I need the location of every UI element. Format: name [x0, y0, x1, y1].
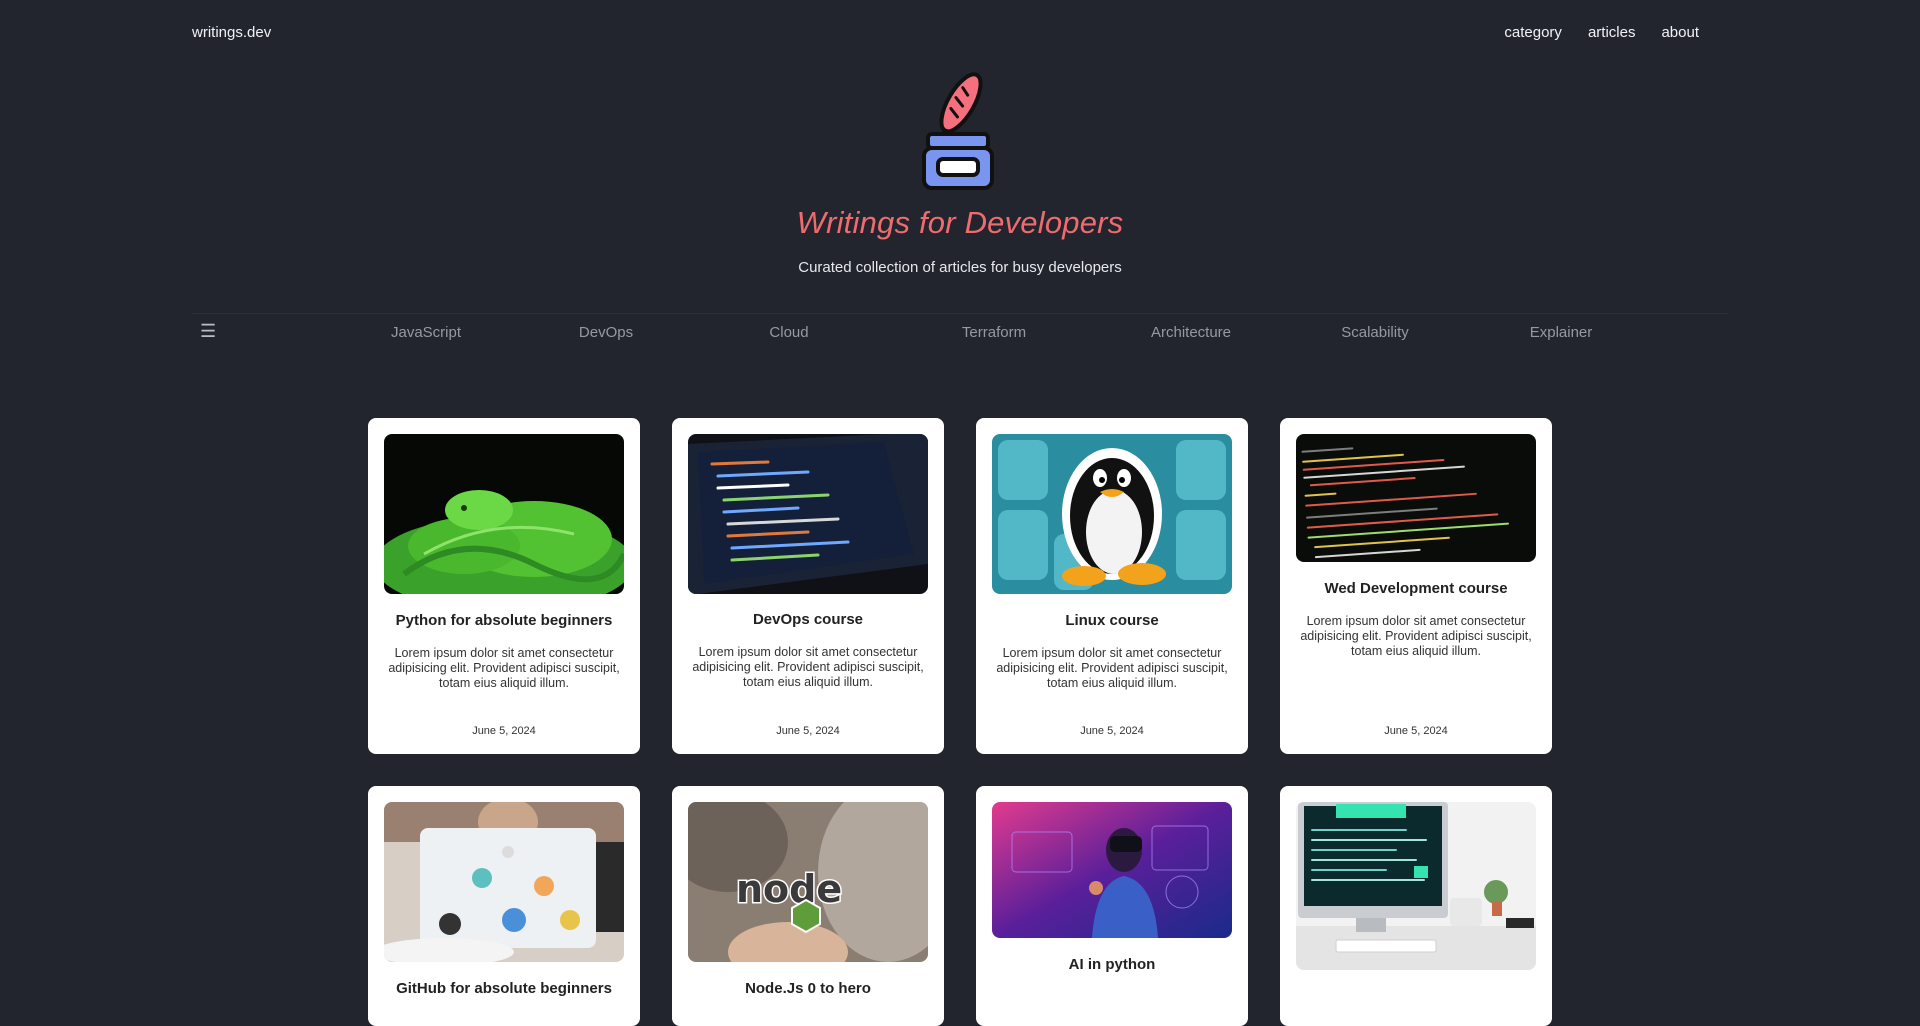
article-card[interactable]: DevOps course Lorem ipsum dolor sit amet… [672, 418, 944, 754]
nav-category-link[interactable]: category [1504, 24, 1562, 41]
vr-headset-image [992, 802, 1232, 938]
article-card[interactable]: AI in python [976, 786, 1248, 1026]
category-cloud[interactable]: Cloud [769, 324, 808, 341]
site-subtitle: Curated collection of articles for busy … [798, 259, 1122, 276]
article-card[interactable]: Python for absolute beginners Lorem ipsu… [368, 418, 640, 754]
card-title: DevOps course [752, 611, 864, 628]
article-card[interactable]: node Node.Js 0 to hero [672, 786, 944, 1026]
card-date: June 5, 2024 [1080, 725, 1144, 737]
top-nav: category articles about [1478, 24, 1699, 41]
nav-articles-link[interactable]: articles [1588, 24, 1636, 41]
card-date: June 5, 2024 [472, 725, 536, 737]
card-date: June 5, 2024 [776, 725, 840, 737]
card-title: Wed Development course [1324, 580, 1508, 597]
hamburger-menu-icon[interactable]: ☰ [200, 321, 216, 342]
article-card[interactable] [1280, 786, 1552, 1026]
card-title: AI in python [1068, 956, 1156, 973]
svg-text:node: node [736, 867, 842, 911]
divider [192, 313, 1728, 314]
category-nav: ☰ JavaScript DevOps Cloud Terraform Arch… [192, 318, 1728, 348]
laptop-stickers-image [384, 802, 624, 962]
category-explainer[interactable]: Explainer [1530, 324, 1593, 341]
brand-link[interactable]: writings.dev [192, 24, 271, 41]
article-card[interactable]: Wed Development course Lorem ipsum dolor… [1280, 418, 1552, 754]
top-bar: writings.dev category articles about [0, 0, 1920, 66]
category-devops[interactable]: DevOps [579, 324, 633, 341]
card-description: Lorem ipsum dolor sit amet consectetur a… [1300, 614, 1532, 658]
laptop-code-image [688, 434, 928, 594]
card-title: Linux course [1065, 612, 1159, 629]
card-description: Lorem ipsum dolor sit amet consectetur a… [692, 645, 924, 689]
php-monitor-image [1296, 802, 1536, 970]
card-description: Lorem ipsum dolor sit amet consectetur a… [388, 646, 620, 690]
card-description: Lorem ipsum dolor sit amet consectetur a… [996, 646, 1228, 690]
card-title: Python for absolute beginners [395, 612, 613, 629]
quill-inkwell-icon [922, 72, 994, 190]
php-code-image [1296, 434, 1536, 562]
nav-about-link[interactable]: about [1661, 24, 1699, 41]
site-title: Writings for Developers [796, 205, 1124, 240]
category-scalability[interactable]: Scalability [1341, 324, 1409, 341]
tux-penguin-image [992, 434, 1232, 594]
category-terraform[interactable]: Terraform [962, 324, 1026, 341]
nodejs-sticker-image: node [688, 802, 928, 962]
category-javascript[interactable]: JavaScript [391, 324, 461, 341]
card-date: June 5, 2024 [1384, 725, 1448, 737]
python-snake-image [384, 434, 624, 594]
category-architecture[interactable]: Architecture [1151, 324, 1231, 341]
article-card[interactable]: GitHub for absolute beginners [368, 786, 640, 1026]
article-card[interactable]: Linux course Lorem ipsum dolor sit amet … [976, 418, 1248, 754]
